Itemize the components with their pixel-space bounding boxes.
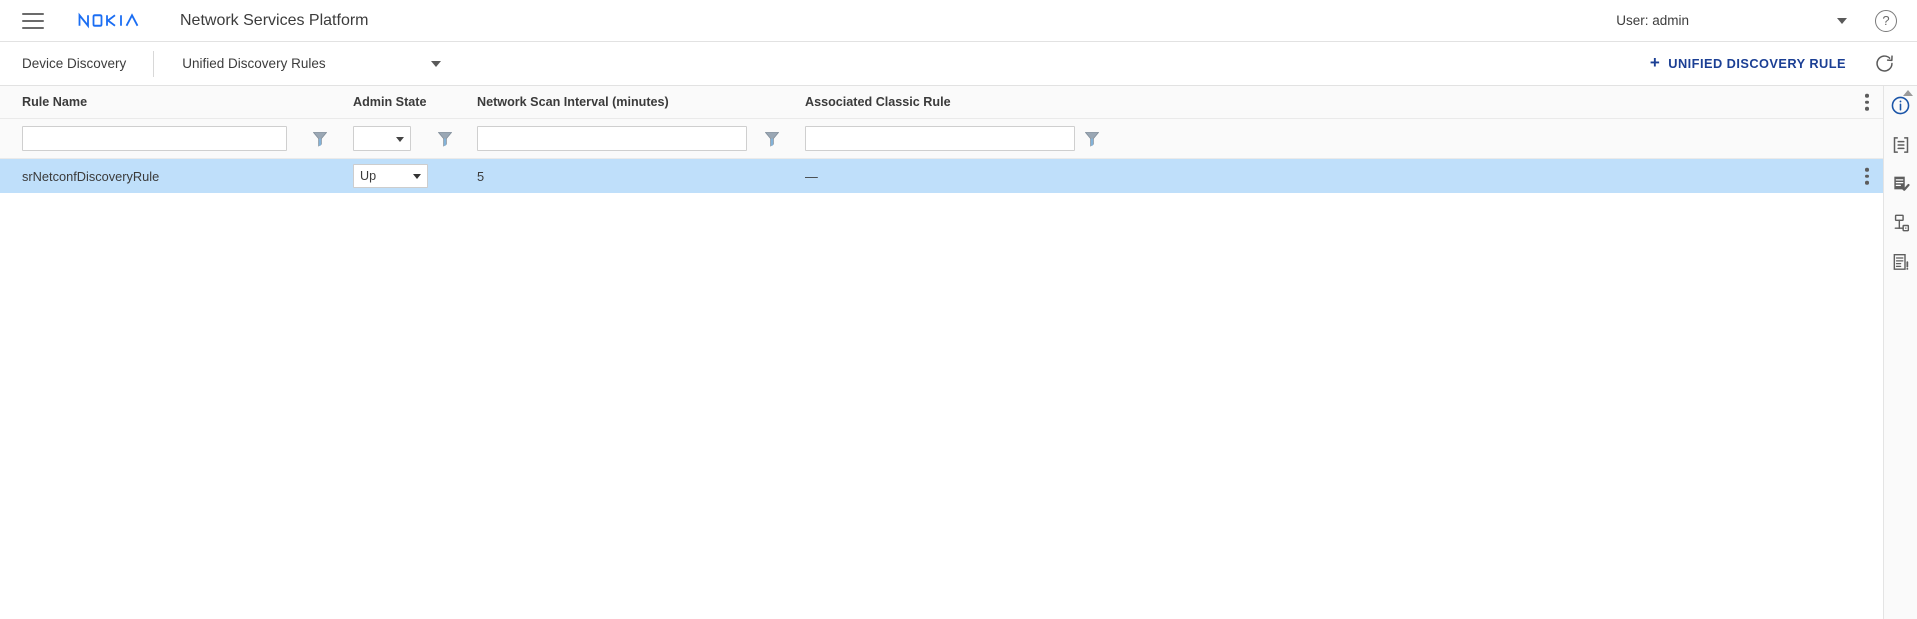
column-header-associated-classic-rule[interactable]: Associated Classic Rule — [805, 95, 951, 109]
filter-select-admin-state[interactable] — [353, 126, 411, 151]
filter-input-rule-name[interactable] — [22, 126, 287, 151]
help-circle-icon[interactable]: ? — [1875, 9, 1897, 32]
alarm-log-icon[interactable] — [1884, 242, 1917, 281]
properties-list-icon[interactable] — [1884, 125, 1917, 164]
cell-network-scan-interval: 5 — [477, 168, 485, 184]
table-header-row: Rule Name Admin State Network Scan Inter… — [0, 86, 1883, 119]
column-header-network-scan-interval[interactable]: Network Scan Interval (minutes) — [477, 95, 669, 109]
chevron-down-icon-admin-state-cell — [413, 174, 421, 179]
cell-associated-classic-rule: — — [805, 168, 818, 184]
unified-discovery-rules-table: Rule Name Admin State Network Scan Inter… — [0, 86, 1883, 619]
action-bar-right-group: + UNIFIED DISCOVERY RULE — [1650, 53, 1917, 74]
filter-funnel-icon-admin-state[interactable] — [437, 131, 453, 147]
filter-funnel-icon-associated-classic-rule[interactable] — [1084, 131, 1100, 147]
chevron-down-icon-admin-state-filter — [396, 136, 404, 142]
cell-admin-state-select[interactable]: Up — [353, 164, 428, 188]
table-header-kebab-menu-icon[interactable] — [1865, 93, 1869, 111]
breadcrumb-unified-discovery-rules[interactable]: Unified Discovery Rules — [182, 56, 325, 71]
application-title: Network Services Platform — [180, 11, 369, 29]
breadcrumb-divider — [153, 50, 155, 77]
column-header-rule-name[interactable]: Rule Name — [22, 95, 87, 109]
scroll-up-arrow-icon[interactable] — [1903, 90, 1913, 96]
add-unified-discovery-rule-button[interactable]: + UNIFIED DISCOVERY RULE — [1649, 53, 1846, 72]
row-kebab-menu-icon[interactable] — [1865, 167, 1869, 185]
user-label: User: admin — [1616, 13, 1689, 28]
filter-funnel-icon-network-scan-interval[interactable] — [764, 131, 780, 147]
plus-icon: + — [1649, 53, 1661, 72]
column-header-admin-state[interactable]: Admin State — [353, 95, 426, 109]
application-window: Network Services Platform User: admin ? … — [0, 0, 1917, 619]
filter-funnel-icon-rule-name[interactable] — [312, 131, 328, 147]
top-bar-right-group: User: admin ? — [1616, 0, 1917, 41]
right-side-rail — [1883, 86, 1917, 619]
filter-input-associated-classic-rule[interactable] — [805, 126, 1075, 151]
cell-admin-state-value: Up — [360, 169, 377, 183]
top-navigation-bar: Network Services Platform User: admin ? — [0, 0, 1917, 42]
table-row[interactable]: srNetconfDiscoveryRule Up 5 — — [0, 159, 1883, 193]
hamburger-menu-icon[interactable] — [22, 12, 44, 29]
network-topology-icon[interactable] — [1884, 203, 1917, 242]
nokia-logo — [78, 12, 140, 30]
breadcrumb-action-bar: Device Discovery Unified Discovery Rules… — [0, 42, 1917, 86]
add-unified-discovery-rule-label: UNIFIED DISCOVERY RULE — [1668, 56, 1846, 71]
filter-input-network-scan-interval[interactable] — [477, 126, 747, 151]
task-checklist-icon[interactable] — [1884, 164, 1917, 203]
user-menu-chevron-down-icon[interactable] — [1837, 17, 1847, 24]
table-filter-row — [0, 119, 1883, 159]
refresh-icon[interactable] — [1874, 53, 1895, 74]
breadcrumb-device-discovery[interactable]: Device Discovery — [22, 56, 126, 71]
cell-rule-name: srNetconfDiscoveryRule — [22, 168, 160, 184]
breadcrumb-chevron-down-icon[interactable] — [430, 60, 441, 67]
